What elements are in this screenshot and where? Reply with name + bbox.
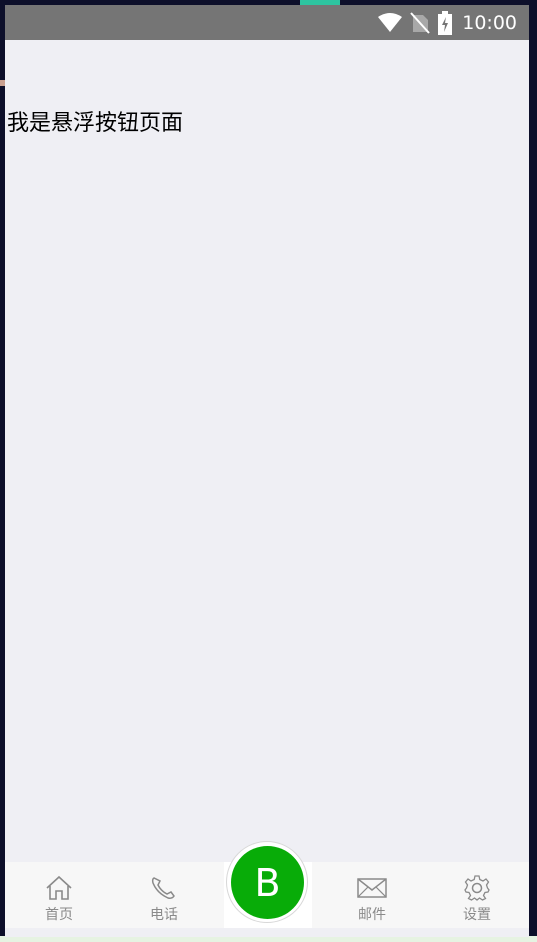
tab-mail-label: 邮件: [358, 907, 386, 923]
status-time: 10:00: [462, 11, 517, 34]
device-screen: 10:00 我是悬浮按钮页面 首页 电话 邮件 设置 B: [5, 5, 529, 937]
wifi-icon: [378, 12, 403, 33]
screen-frame: 10:00 我是悬浮按钮页面 首页 电话 邮件 设置 B: [0, 0, 537, 942]
battery-charging-icon: [438, 10, 453, 35]
tab-mail[interactable]: 邮件: [332, 862, 412, 928]
phone-icon: [149, 874, 179, 902]
floating-action-button[interactable]: B: [231, 846, 304, 919]
tab-home-label: 首页: [45, 907, 73, 923]
tab-settings-label: 设置: [463, 907, 491, 923]
tab-home[interactable]: 首页: [19, 862, 99, 928]
status-bar: 10:00: [5, 5, 529, 40]
home-icon: [44, 874, 74, 902]
gear-icon: [462, 874, 492, 902]
status-icons: 10:00: [378, 5, 517, 40]
tab-phone-label: 电话: [150, 907, 178, 923]
no-sim-icon: [410, 11, 430, 34]
tab-phone[interactable]: 电话: [124, 862, 204, 928]
mail-icon: [357, 874, 387, 902]
page-message: 我是悬浮按钮页面: [7, 111, 184, 136]
tab-settings[interactable]: 设置: [437, 862, 517, 928]
